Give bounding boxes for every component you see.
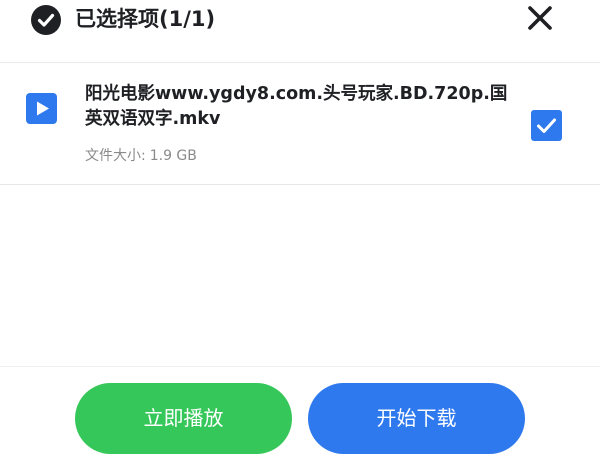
file-list-item[interactable]: 阳光电影www.ygdy8.com.头号玩家.BD.720p.国英双语双字.mk…: [0, 63, 600, 184]
file-name: 阳光电影www.ygdy8.com.头号玩家.BD.720p.国英双语双字.mk…: [85, 84, 508, 129]
file-size: 文件大小: 1.9 GB: [85, 145, 197, 167]
download-selection-sheet: 已选择项(1/1) 阳光电影www.ygdy8.com.头号玩家.BD.720p…: [0, 0, 600, 468]
close-button[interactable]: [524, 2, 556, 34]
checkmark-icon: [537, 118, 556, 133]
close-icon: [528, 6, 552, 30]
play-now-button[interactable]: 立即播放: [75, 383, 292, 454]
file-size-label: 文件大小:: [85, 148, 146, 164]
file-select-checkbox[interactable]: [531, 110, 562, 141]
footer-divider: [0, 366, 600, 367]
check-circle-icon: [31, 5, 61, 35]
list-divider: [0, 184, 600, 185]
start-download-button[interactable]: 开始下载: [308, 383, 525, 454]
sheet-header: 已选择项(1/1): [0, 0, 600, 40]
selection-title: 已选择项(1/1): [75, 7, 216, 31]
video-play-icon: [26, 93, 57, 124]
file-size-value: 1.9 GB: [149, 148, 197, 164]
